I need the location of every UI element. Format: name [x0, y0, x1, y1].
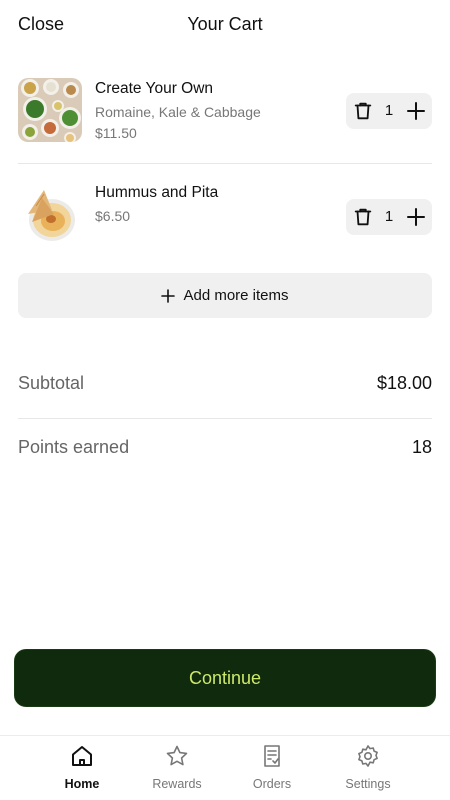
tab-rewards[interactable]: Rewards	[132, 736, 222, 800]
item-description: Romaine, Kale & Cabbage	[95, 104, 261, 120]
subtotal-value: $18.00	[376, 373, 432, 393]
points-label: Points earned	[18, 437, 130, 457]
cart-item: Hummus and Pita $6.50 1	[18, 182, 432, 248]
quantity-stepper: 1	[346, 199, 432, 235]
points-row: Points earned 18	[18, 437, 432, 467]
item-name: Hummus and Pita	[95, 184, 219, 201]
plus-icon	[161, 288, 176, 303]
cart-item: Create Your Own Romaine, Kale & Cabbage …	[18, 78, 432, 164]
trash-icon[interactable]	[352, 100, 374, 122]
tab-home[interactable]: Home	[37, 736, 127, 800]
plus-icon[interactable]	[404, 99, 428, 123]
home-icon	[72, 746, 92, 766]
quantity-value: 1	[384, 208, 394, 225]
gear-icon	[358, 745, 378, 767]
continue-label: Continue	[188, 667, 262, 688]
item-info: Hummus and Pita $6.50	[95, 184, 218, 224]
item-name: Create Your Own	[95, 80, 214, 97]
divider	[18, 418, 432, 419]
header: Close Your Cart	[0, 0, 450, 52]
add-more-items-button[interactable]: Add more items	[18, 273, 432, 318]
quantity-value: 1	[384, 102, 394, 119]
hummus-pita-image	[18, 184, 82, 248]
page-title: Your Cart	[187, 14, 263, 34]
points-value: 18	[411, 437, 432, 457]
star-icon	[166, 745, 188, 766]
tab-settings[interactable]: Settings	[323, 736, 413, 800]
salad-bowls-image	[18, 78, 82, 142]
item-price: $11.50	[95, 125, 137, 141]
item-price: $6.50	[95, 208, 131, 224]
tab-label: Settings	[345, 777, 391, 791]
tab-orders[interactable]: Orders	[227, 736, 317, 800]
subtotal-label: Subtotal	[18, 373, 85, 393]
continue-button[interactable]: Continue	[14, 649, 436, 707]
tab-label: Home	[64, 777, 100, 791]
tab-label: Rewards	[152, 777, 202, 791]
subtotal-row: Subtotal $18.00	[18, 373, 432, 403]
plus-icon[interactable]	[404, 205, 428, 229]
tab-label: Orders	[252, 777, 292, 791]
tab-bar: Home Rewards Orders Settings	[0, 735, 450, 800]
item-info: Create Your Own Romaine, Kale & Cabbage …	[95, 80, 261, 141]
receipt-icon	[264, 745, 280, 767]
add-more-label: Add more items	[183, 287, 289, 304]
trash-icon[interactable]	[352, 206, 374, 228]
quantity-stepper: 1	[346, 93, 432, 129]
